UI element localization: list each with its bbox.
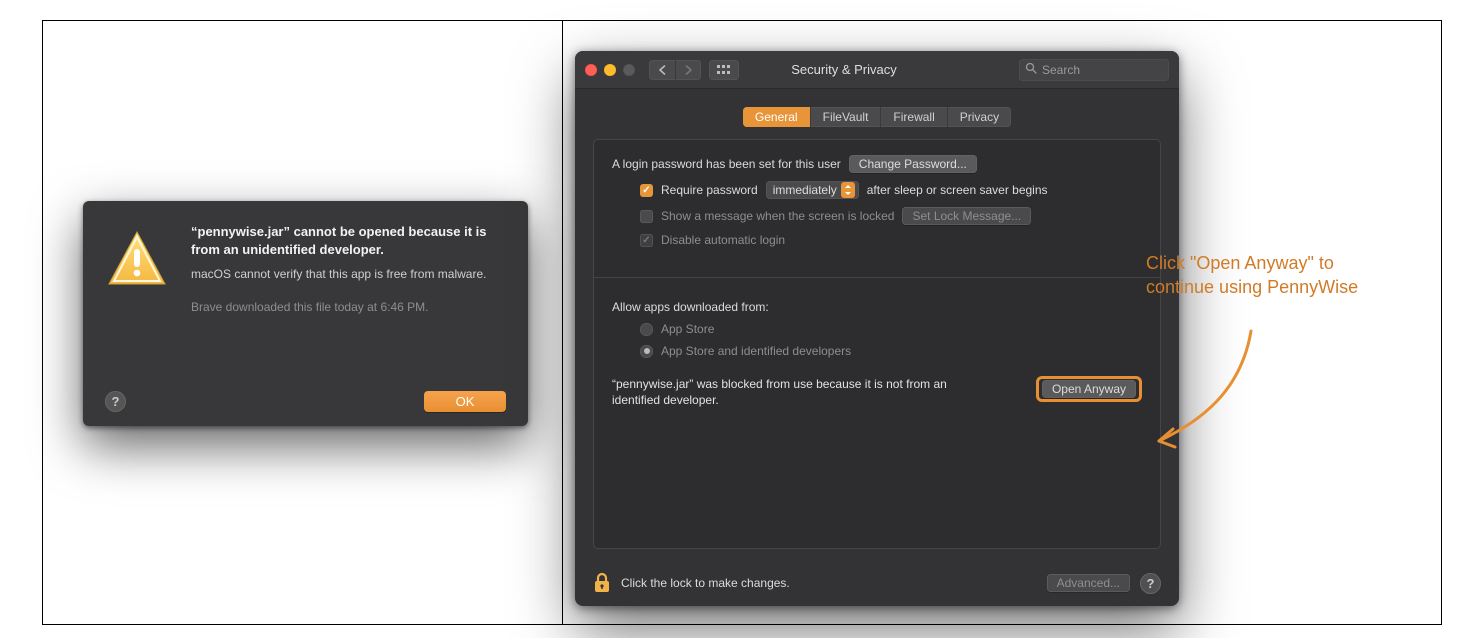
general-pane: A login password has been set for this u… xyxy=(593,139,1161,549)
help-button[interactable]: ? xyxy=(105,391,126,412)
security-privacy-window: Security & Privacy Search General FileVa… xyxy=(575,51,1179,606)
set-lock-message-button: Set Lock Message... xyxy=(902,207,1031,225)
window-footer: Click the lock to make changes. Advanced… xyxy=(575,562,1179,606)
tab-filevault[interactable]: FileVault xyxy=(810,107,881,127)
right-cell: Security & Privacy Search General FileVa… xyxy=(563,21,1441,624)
blocked-app-message: “pennywise.jar” was blocked from use bec… xyxy=(612,376,972,408)
change-password-button[interactable]: Change Password... xyxy=(849,155,977,173)
search-placeholder: Search xyxy=(1042,63,1080,77)
search-input[interactable]: Search xyxy=(1019,59,1169,81)
require-password-label: Require password xyxy=(661,183,758,197)
footer-help-button[interactable]: ? xyxy=(1140,573,1161,594)
tab-firewall[interactable]: Firewall xyxy=(880,107,946,127)
traffic-lights xyxy=(585,64,635,76)
require-password-delay-select[interactable]: immediately xyxy=(766,181,859,199)
lock-text: Click the lock to make changes. xyxy=(621,576,790,590)
radio-app-store-label: App Store xyxy=(661,322,714,336)
advanced-button[interactable]: Advanced... xyxy=(1047,574,1130,592)
radio-identified-developers-label: App Store and identified developers xyxy=(661,344,851,358)
open-anyway-highlight: Open Anyway xyxy=(1036,376,1142,402)
disable-auto-login-label: Disable automatic login xyxy=(661,233,785,247)
allow-apps-from-label: Allow apps downloaded from: xyxy=(612,300,1142,314)
after-sleep-label: after sleep or screen saver begins xyxy=(867,183,1048,197)
titlebar: Security & Privacy Search xyxy=(575,51,1179,89)
show-message-checkbox xyxy=(640,210,653,223)
lock-icon[interactable] xyxy=(593,572,611,594)
alert-subtitle: macOS cannot verify that this app is fre… xyxy=(191,266,506,282)
disable-auto-login-checkbox xyxy=(640,234,653,247)
comparison-frame: “pennywise.jar” cannot be opened because… xyxy=(42,20,1442,625)
gatekeeper-alert-dialog: “pennywise.jar” cannot be opened because… xyxy=(83,201,528,426)
alert-download-meta: Brave downloaded this file today at 6:46… xyxy=(191,300,506,314)
require-password-delay-value: immediately xyxy=(773,183,837,197)
close-window-button[interactable] xyxy=(585,64,597,76)
window-title: Security & Privacy xyxy=(677,62,1011,77)
radio-app-store xyxy=(640,323,653,336)
require-password-checkbox[interactable] xyxy=(640,184,653,197)
tab-bar: General FileVault Firewall Privacy xyxy=(575,107,1179,127)
minimize-window-button[interactable] xyxy=(604,64,616,76)
login-password-text: A login password has been set for this u… xyxy=(612,157,841,171)
warning-icon xyxy=(105,227,169,291)
search-icon xyxy=(1025,62,1037,77)
show-message-label: Show a message when the screen is locked xyxy=(661,209,894,223)
radio-identified-developers xyxy=(640,345,653,358)
ok-button[interactable]: OK xyxy=(424,391,506,412)
left-cell: “pennywise.jar” cannot be opened because… xyxy=(43,21,563,624)
pane-divider xyxy=(594,277,1160,278)
zoom-window-button xyxy=(623,64,635,76)
open-anyway-button[interactable]: Open Anyway xyxy=(1042,380,1136,398)
tab-general[interactable]: General xyxy=(743,107,810,127)
annotation-text: Click "Open Anyway" to continue using Pe… xyxy=(1146,251,1401,300)
back-button[interactable] xyxy=(649,60,675,80)
tab-privacy[interactable]: Privacy xyxy=(947,107,1011,127)
stepper-icon xyxy=(841,182,855,198)
alert-title: “pennywise.jar” cannot be opened because… xyxy=(191,223,506,258)
